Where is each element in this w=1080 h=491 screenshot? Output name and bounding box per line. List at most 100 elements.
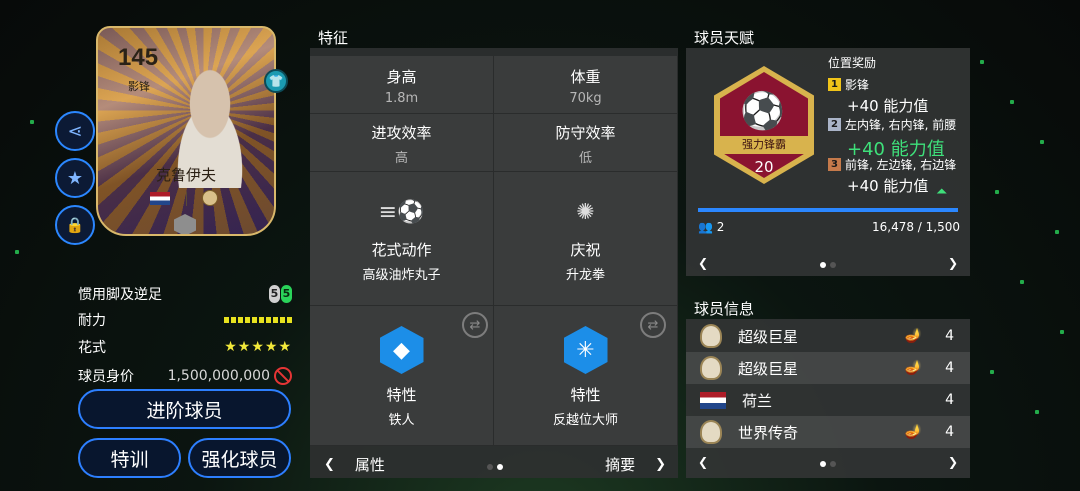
defense-rate-value: 低 bbox=[578, 151, 592, 166]
foot-right: 5 bbox=[281, 285, 292, 303]
background-spark bbox=[995, 190, 999, 194]
background-spark bbox=[1040, 140, 1044, 144]
position-reward-header: 位置奖励 bbox=[828, 56, 877, 70]
lamp-icon: 🪔 bbox=[904, 360, 922, 376]
value-label: 球员身价 bbox=[78, 369, 134, 385]
talent-panel: ⚽ 强力锋霸 20 位置奖励 1 影锋 +40 能力值 2 左内锋, 右内锋, 前腰… bbox=[686, 48, 970, 276]
enhance-player-button[interactable]: 强化球员 bbox=[188, 438, 291, 478]
celebration-label: 庆祝 bbox=[570, 241, 601, 259]
info-panel-title: 球员信息 bbox=[694, 300, 755, 318]
background-spark bbox=[1010, 100, 1014, 104]
player-card[interactable]: 145 影锋 克鲁伊夫 bbox=[96, 26, 276, 236]
attack-rate-value: 高 bbox=[394, 151, 408, 166]
star-icon: ★ bbox=[66, 167, 84, 189]
swap-icon[interactable]: ⇄ bbox=[640, 312, 666, 338]
superstar-badge-icon bbox=[700, 356, 722, 380]
talent-badge-label: 强力锋霸 bbox=[716, 136, 812, 154]
foot-left: 5 bbox=[269, 285, 280, 303]
info-row-count: 4 bbox=[945, 360, 954, 376]
volley-player-icon: ⚽ bbox=[740, 91, 785, 132]
netherlands-flag-icon bbox=[700, 391, 726, 409]
next-arrow-icon[interactable]: ❯ bbox=[948, 455, 958, 469]
train-button[interactable]: 特训 bbox=[78, 438, 181, 478]
swap-icon[interactable]: ⇄ bbox=[462, 312, 488, 338]
weight-label: 体重 bbox=[570, 68, 601, 86]
card-divider bbox=[186, 192, 187, 206]
value-row: 球员身价 1,500,000,000 bbox=[78, 365, 292, 387]
ball-kick-icon: ≡⚽ bbox=[378, 200, 425, 225]
ban-icon bbox=[274, 367, 292, 385]
weight-value: 70kg bbox=[569, 91, 602, 106]
prev-arrow-icon[interactable]: ❮ bbox=[324, 457, 335, 472]
background-spark bbox=[980, 60, 984, 64]
diamond-icon: ◆ bbox=[379, 326, 424, 374]
lamp-icon: 🪔 bbox=[904, 424, 922, 440]
info-row-count: 4 bbox=[945, 392, 954, 408]
advance-player-button[interactable]: 进阶球员 bbox=[78, 389, 291, 429]
netherlands-flag-icon bbox=[150, 192, 170, 205]
pager-left-label[interactable]: 属性 bbox=[355, 454, 385, 475]
pager-right-label[interactable]: 摘要 bbox=[605, 454, 635, 475]
reward-1-rank: 1 bbox=[828, 78, 841, 91]
stamina-label: 耐力 bbox=[78, 313, 106, 329]
traits-panel: 身高 1.8m 体重 70kg 进攻效率 高 防守效率 低 ≡⚽ 花式动作 高级… bbox=[310, 48, 678, 478]
people-count: 👥 2 bbox=[698, 220, 724, 234]
traits-pager: ❮ 属性 摘要 ❯ bbox=[324, 454, 666, 475]
upgrade-arrow-icon: ⏶ bbox=[936, 184, 948, 200]
reward-3-positions: 前锋, 左边锋, 右边锋 bbox=[845, 158, 957, 172]
prev-arrow-icon[interactable]: ❮ bbox=[698, 455, 708, 469]
background-spark bbox=[1055, 230, 1059, 234]
jersey-icon[interactable]: 👕 bbox=[264, 69, 288, 93]
skill-label: 花式 bbox=[78, 340, 106, 356]
background-spark bbox=[30, 120, 34, 124]
next-arrow-icon[interactable]: ❯ bbox=[655, 457, 666, 472]
info-row-label: 超级巨星 bbox=[738, 359, 799, 378]
player-info-panel: 超级巨星 🪔 4 超级巨星 🪔 4 荷兰 4 世界传奇 🪔 4 ❮ ❯ bbox=[686, 319, 970, 478]
height-cell: 身高 1.8m bbox=[310, 56, 494, 114]
trait-2-value: 反越位大师 bbox=[552, 413, 618, 428]
people-icon: 👥 bbox=[698, 220, 713, 234]
foot-label: 惯用脚及逆足 bbox=[78, 287, 162, 303]
info-row[interactable]: 超级巨星 🪔 4 bbox=[686, 352, 970, 384]
favorite-button[interactable]: ★ bbox=[55, 158, 95, 198]
height-label: 身高 bbox=[386, 68, 417, 86]
lamp-icon: 🪔 bbox=[904, 328, 922, 344]
background-spark bbox=[990, 370, 994, 374]
club-crest-icon bbox=[202, 190, 218, 206]
stamina-row: 耐力 bbox=[78, 309, 292, 331]
height-value: 1.8m bbox=[384, 91, 419, 106]
skill-row: 花式 ★★★★★ bbox=[78, 336, 292, 358]
talent-badge-level: 20 bbox=[754, 158, 774, 176]
trait-1-label: 特性 bbox=[386, 386, 417, 404]
attack-rate-label: 进攻效率 bbox=[371, 124, 432, 142]
info-row[interactable]: 荷兰 4 bbox=[686, 384, 970, 416]
celebration-cell[interactable]: ✺ 庆祝 升龙拳 bbox=[494, 172, 678, 306]
info-row-label: 世界传奇 bbox=[738, 423, 799, 442]
superstar-badge-icon bbox=[700, 324, 722, 348]
reward-3-rank: 3 bbox=[828, 158, 841, 171]
info-row-label: 超级巨星 bbox=[738, 327, 799, 346]
legend-badge-icon bbox=[700, 420, 722, 444]
defense-rate-cell: 防守效率 低 bbox=[494, 114, 678, 172]
foot-row: 惯用脚及逆足 5 5 bbox=[78, 283, 292, 305]
skill-move-value: 高级油炸丸子 bbox=[362, 268, 441, 283]
reward-1: 1 影锋 +40 能力值 bbox=[828, 74, 928, 116]
web-icon: ✳ bbox=[563, 326, 608, 374]
screen: 145 影锋 克鲁伊夫 👕 ⋖ ★ 🔒 惯用脚及逆足 5 5 耐力 花式 ★★★… bbox=[0, 0, 1080, 491]
info-row[interactable]: 世界传奇 🪔 4 bbox=[686, 416, 970, 448]
foot-badge: 5 5 bbox=[269, 285, 292, 303]
prev-arrow-icon[interactable]: ❮ bbox=[698, 256, 708, 270]
skill-move-cell[interactable]: ≡⚽ 花式动作 高级油炸丸子 bbox=[310, 172, 494, 306]
info-row-count: 4 bbox=[945, 424, 954, 440]
trait-2-label: 特性 bbox=[570, 386, 601, 404]
background-spark bbox=[1020, 280, 1024, 284]
lock-icon: 🔒 bbox=[65, 216, 85, 234]
talent-pager: ❮ ❯ bbox=[698, 254, 958, 272]
attack-rate-cell: 进攻效率 高 bbox=[310, 114, 494, 172]
talent-panel-title: 球员天赋 bbox=[694, 29, 755, 47]
skill-move-label: 花式动作 bbox=[371, 241, 432, 259]
share-button[interactable]: ⋖ bbox=[55, 111, 95, 151]
lock-button[interactable]: 🔒 bbox=[55, 205, 95, 245]
info-row[interactable]: 超级巨星 🪔 4 bbox=[686, 320, 970, 352]
next-arrow-icon[interactable]: ❯ bbox=[948, 256, 958, 270]
